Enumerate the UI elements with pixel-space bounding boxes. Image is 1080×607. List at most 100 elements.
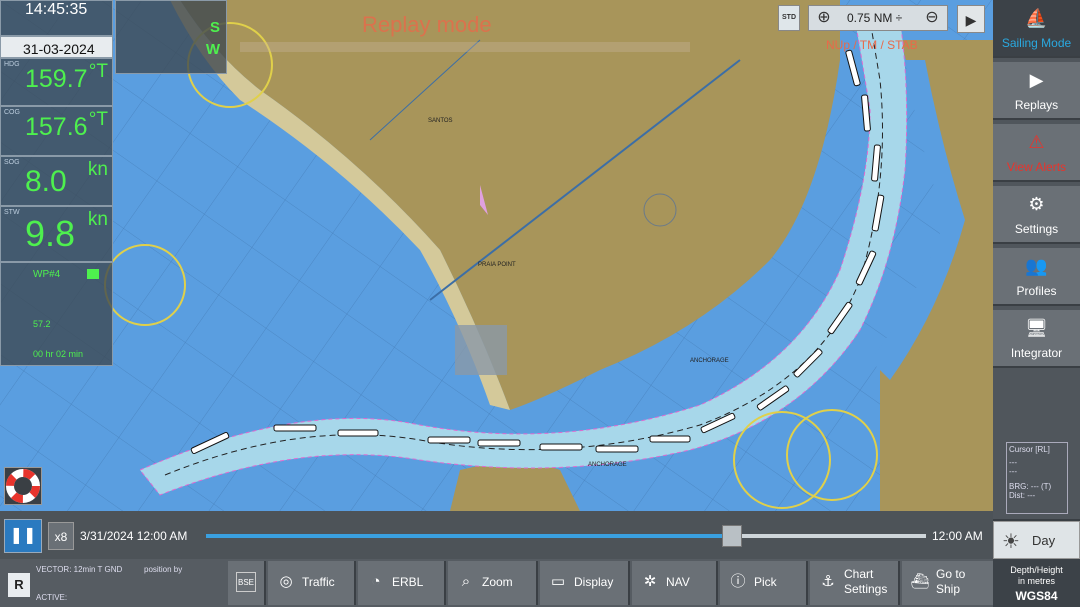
- go-to-ship-button[interactable]: ⛴ Go to Ship: [902, 561, 993, 605]
- vector-info: VECTOR: 12min T GND position by ACTIVE: …: [4, 563, 224, 605]
- range-select[interactable]: 0.75 NM ÷: [847, 11, 902, 25]
- depth-height-label: Depth/Height: [1010, 565, 1063, 575]
- lon-hemisphere: W: [205, 41, 220, 58]
- sun-icon: ☀: [1002, 531, 1020, 553]
- zoom-in-icon[interactable]: ⊕: [813, 7, 835, 29]
- go-to-ship-label: Go to Ship: [936, 567, 965, 597]
- time-value: 14:45:35: [25, 1, 88, 18]
- heading-readout: HDG 159.7 °T: [0, 58, 113, 106]
- range-control: ⊕ 0.75 NM ÷ ⊖: [808, 5, 948, 31]
- traffic-button[interactable]: ◎ Traffic: [268, 561, 356, 605]
- orientation-mode[interactable]: NUp / TM / STAB: [826, 38, 918, 52]
- timeline-end: 12:00 AM: [932, 529, 983, 543]
- display-button[interactable]: ▭ Display: [540, 561, 630, 605]
- app-logo: R: [8, 573, 30, 597]
- stw-unit: kn: [87, 209, 108, 230]
- chart-label-anchorage: ANCHORAGE: [690, 358, 729, 364]
- sog-label: SOG: [4, 159, 20, 166]
- day-night-mode-button[interactable]: ☀ Day: [993, 521, 1080, 559]
- users-icon: 👥: [1025, 256, 1048, 276]
- go-to-ship-label-1: Go to: [936, 567, 966, 581]
- date-readout: 31-03-2024: [0, 36, 113, 58]
- pick-label: Pick: [754, 575, 777, 589]
- play-icon[interactable]: ▶: [957, 5, 985, 33]
- cog-label: COG: [4, 109, 20, 116]
- chart-canvas[interactable]: [0, 0, 993, 511]
- settings-button[interactable]: ⚙ Settings: [993, 186, 1080, 244]
- waypoint-name: WP#4: [33, 269, 61, 280]
- traffic-label: Traffic: [302, 575, 335, 589]
- stw-label: STW: [4, 209, 20, 216]
- replays-label: Replays: [1014, 98, 1059, 112]
- atd-value: 57.2: [33, 319, 51, 329]
- erbl-label: ERBL: [392, 575, 424, 589]
- sailing-mode-label: Sailing Mode: [1001, 36, 1072, 50]
- vector-active: ACTIVE:: [36, 593, 68, 602]
- view-alerts-label: View Alerts: [1006, 160, 1067, 174]
- cog-readout: COG 157.6 °T: [0, 106, 113, 156]
- gear-icon: ⚙: [1028, 194, 1045, 214]
- chart-label-santos: SANTOS: [428, 118, 453, 124]
- replay-timeline: ❚❚ x8 3/31/2024 12:00 AM 12:00 AM: [0, 511, 993, 559]
- warning-icon: ⚠: [1028, 132, 1045, 152]
- zoom-button[interactable]: ⌕ Zoom: [448, 561, 538, 605]
- replays-button[interactable]: ▶ Replays: [993, 62, 1080, 120]
- sog-unit: kn: [87, 159, 108, 180]
- hdg-label: HDG: [4, 61, 20, 68]
- nav-label: NAV: [666, 575, 690, 589]
- zoom-out-icon[interactable]: ⊖: [921, 7, 943, 29]
- profiles-button[interactable]: 👥 Profiles: [993, 248, 1080, 306]
- time-readout: 14:45:35: [0, 0, 113, 36]
- pick-button[interactable]: ⓘ Pick: [720, 561, 808, 605]
- erbl-icon: ◔: [371, 573, 381, 590]
- monitor-icon: ▭: [550, 573, 566, 590]
- cog-value: 157.6: [25, 113, 88, 141]
- replay-mode-title: Replay mode: [362, 12, 492, 37]
- cursor-value-1: ---: [1009, 458, 1017, 467]
- profiles-label: Profiles: [1016, 284, 1057, 298]
- sog-value: 8.0: [25, 165, 67, 198]
- chart-settings-label: Chart Settings: [844, 567, 887, 597]
- integrator-button[interactable]: 🖥 Integrator: [993, 310, 1080, 368]
- datum-label: WGS84: [1015, 589, 1058, 603]
- date-value: 31-03-2024: [23, 41, 95, 57]
- sailing-mode-button[interactable]: ⛵ Sailing Mode: [993, 0, 1080, 58]
- nautical-chart[interactable]: SANTOS PRAIA POINT ANCHORAGE ANCHORAGE R…: [0, 0, 993, 511]
- pause-icon: ❚❚: [9, 527, 37, 544]
- timeline-slider[interactable]: [206, 525, 926, 547]
- integrator-label: Integrator: [1010, 346, 1063, 360]
- pause-button[interactable]: ❚❚: [4, 519, 42, 553]
- waypoint-status-indicator: [87, 269, 99, 279]
- bottom-toolbar: VECTOR: 12min T GND position by ACTIVE: …: [0, 559, 993, 607]
- chart-settings-button[interactable]: ⚓ Chart Settings: [810, 561, 900, 605]
- man-overboard-button[interactable]: [4, 467, 42, 505]
- chart-label-praia: PRAIA POINT: [478, 262, 516, 268]
- timeline-thumb[interactable]: [721, 525, 742, 547]
- lifebuoy-icon: [6, 469, 40, 503]
- timeline-start: 3/31/2024 12:00 AM: [80, 529, 188, 543]
- std-display-button[interactable]: STD: [778, 5, 800, 31]
- cog-unit: °T: [88, 109, 108, 130]
- chart-settings-icon: ⚓: [821, 573, 835, 590]
- bse-icon: BSE: [236, 572, 256, 592]
- cursor-title: Cursor [RL]: [1009, 445, 1050, 454]
- bse-button[interactable]: BSE: [228, 561, 266, 605]
- sog-readout: SOG 8.0 kn: [0, 156, 113, 206]
- radar-icon: ◎: [279, 573, 293, 590]
- nav-button[interactable]: ✲ NAV: [632, 561, 718, 605]
- depth-units-label: in metres: [1017, 576, 1055, 586]
- monitor-icon: 🖥: [1025, 318, 1048, 338]
- depth-datum-info: Depth/Height in metres WGS84: [993, 559, 1080, 607]
- day-mode-label: Day: [1032, 533, 1056, 548]
- cursor-bearing: BRG: --- (T): [1009, 482, 1052, 491]
- erbl-button[interactable]: ◔ ERBL: [358, 561, 446, 605]
- view-alerts-button[interactable]: ⚠ View Alerts: [993, 124, 1080, 182]
- ttg-value: 00 hr 02 min: [33, 349, 84, 359]
- settings-label: Settings: [1014, 222, 1059, 236]
- vector-setting: VECTOR: 12min T GND: [36, 565, 123, 574]
- cursor-value-2: ---: [1009, 467, 1017, 476]
- chart-settings-label-1: Chart: [844, 567, 874, 581]
- display-label: Display: [574, 575, 614, 589]
- stw-value: 9.8: [25, 213, 76, 254]
- playback-speed-button[interactable]: x8: [48, 522, 74, 550]
